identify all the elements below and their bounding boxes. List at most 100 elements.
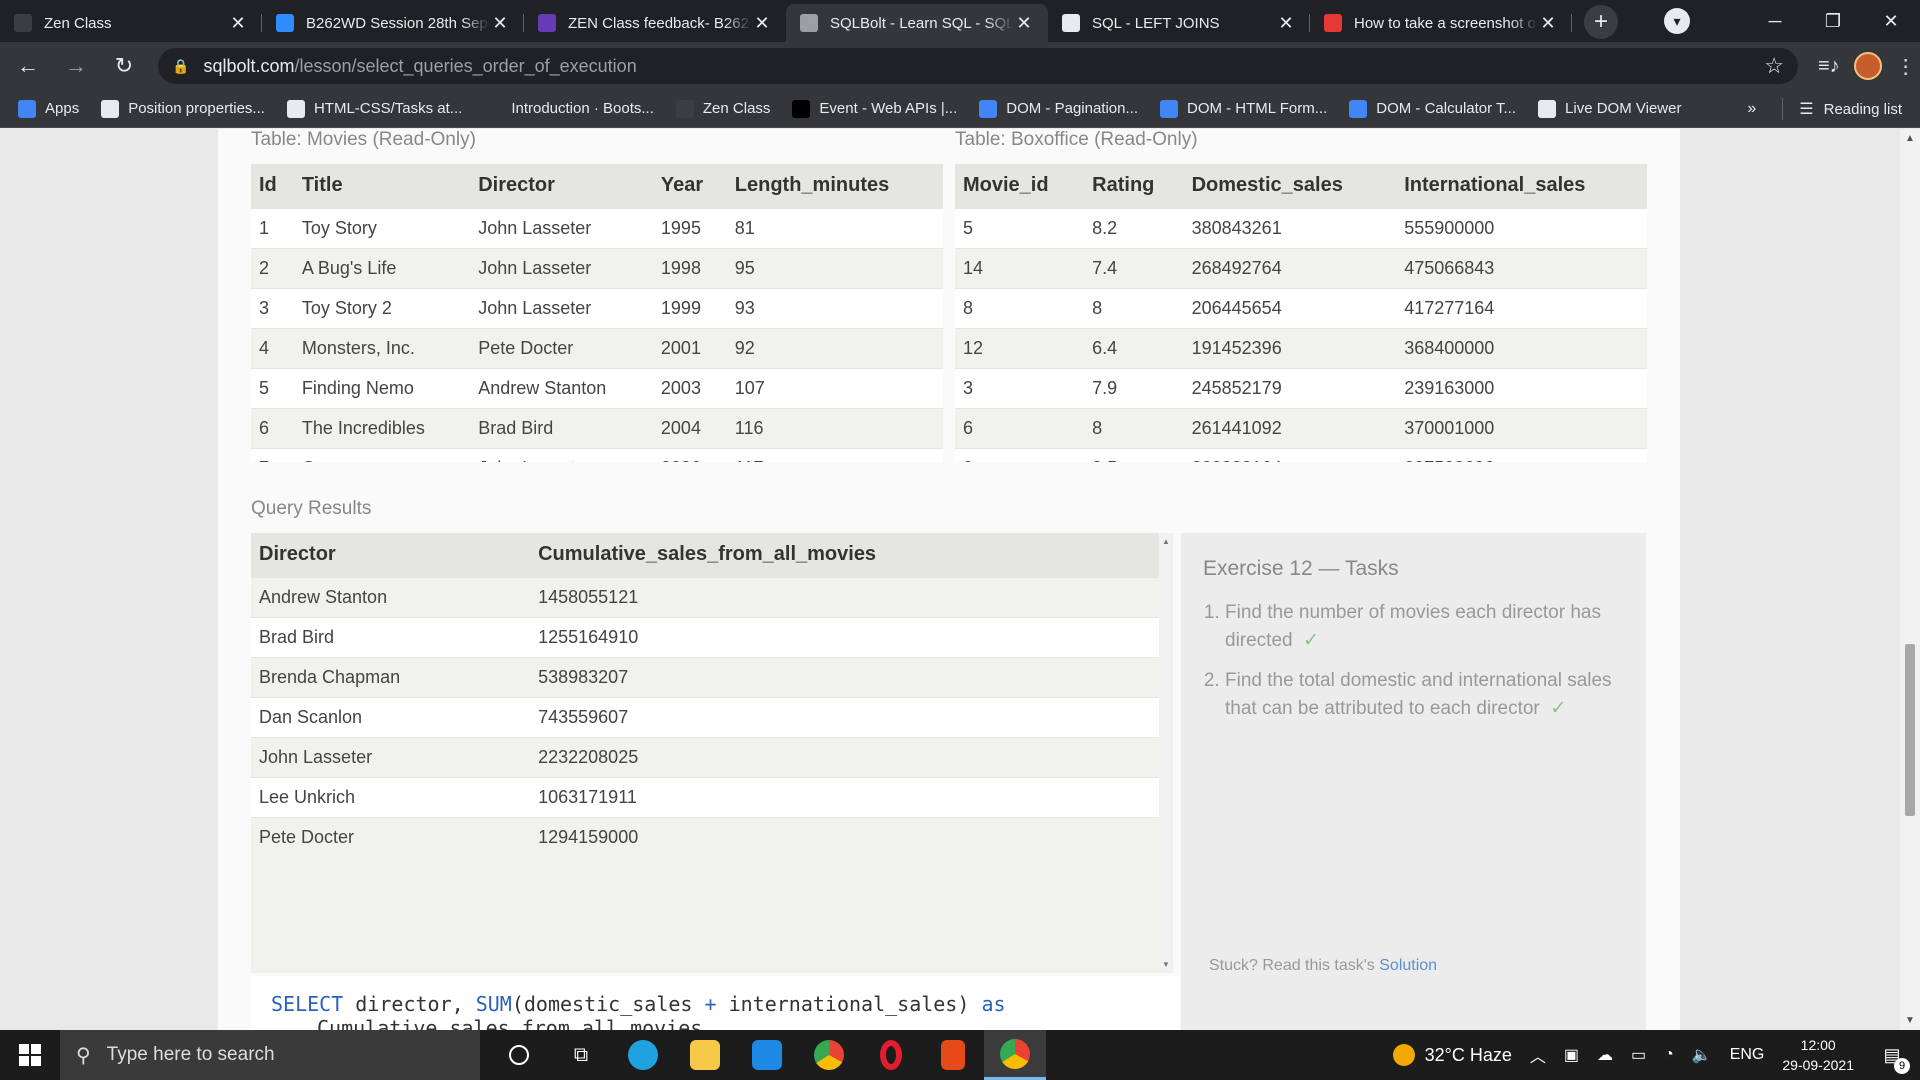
table-cell: 297503696 xyxy=(1396,447,1647,462)
table-cell: 14 xyxy=(955,247,1085,288)
bookmark-9[interactable]: Live DOM Viewer xyxy=(1538,99,1681,118)
bookmark-1[interactable]: Position properties... xyxy=(101,99,265,118)
reading-list-icon: ☰ xyxy=(1799,101,1814,118)
cortana-icon[interactable] xyxy=(488,1030,550,1080)
bookmark-8[interactable]: DOM - Calculator T... xyxy=(1349,99,1516,118)
results-scrollbar[interactable]: ▲ ▼ xyxy=(1159,533,1173,973)
reload-icon[interactable]: ↻ xyxy=(104,53,144,79)
clock[interactable]: 12:00 29-09-2021 xyxy=(1782,1035,1854,1075)
bookmark-2[interactable]: HTML-CSS/Tasks at... xyxy=(286,99,462,118)
table-cell: 1999 xyxy=(652,287,727,328)
table-cell: John Lasseter xyxy=(470,247,653,288)
table-cell: Brad Bird xyxy=(470,407,653,448)
onedrive-cloud-icon[interactable]: ☁ xyxy=(1597,1045,1613,1065)
show-hidden-icons-icon[interactable]: ︿ xyxy=(1530,1043,1546,1067)
profile-avatar[interactable] xyxy=(1853,52,1882,80)
close-tab-icon[interactable]: ✕ xyxy=(1276,13,1296,34)
minimize-icon[interactable]: ─ xyxy=(1746,11,1804,32)
bookmark-0[interactable]: Apps xyxy=(18,99,79,118)
notification-icon[interactable]: ▤ 9 xyxy=(1872,1045,1912,1074)
tab-1[interactable]: B262WD Session 28th Septe ✕ xyxy=(262,4,524,42)
close-tab-icon[interactable]: ✕ xyxy=(228,13,248,34)
table-cell: 538983207 xyxy=(530,656,1159,697)
bookmark-7[interactable]: DOM - HTML Form... xyxy=(1159,99,1327,118)
address-bar[interactable]: 🔒 sqlbolt.com/lesson/select_queries_orde… xyxy=(158,48,1798,84)
search-placeholder: Type here to search xyxy=(106,1044,275,1065)
scroll-thumb[interactable] xyxy=(1905,644,1915,816)
table-cell: Monsters, Inc. xyxy=(293,327,471,368)
table-cell: Pete Docter xyxy=(251,816,531,857)
docs-icon xyxy=(979,99,998,118)
scroll-down-icon[interactable]: ▼ xyxy=(1159,960,1173,969)
tab-search-icon[interactable]: ▾ xyxy=(1664,8,1690,34)
query-results-table[interactable]: Director Cumulative_sales_from_all_movies… xyxy=(251,533,1159,973)
scroll-down-icon[interactable]: ▼ xyxy=(1900,1015,1920,1026)
chrome-icon[interactable] xyxy=(798,1030,860,1080)
new-tab-button[interactable]: + xyxy=(1584,5,1618,39)
tab-2[interactable]: ZEN Class feedback- B262 W ✕ xyxy=(524,4,786,42)
language-indicator[interactable]: ENG xyxy=(1730,1046,1765,1064)
back-icon[interactable]: ← xyxy=(8,53,48,79)
table-cell: 6.4 xyxy=(1084,327,1184,368)
windows-start-icon[interactable] xyxy=(0,1044,60,1066)
close-tab-icon[interactable]: ✕ xyxy=(1014,13,1034,34)
table-cell: 245852179 xyxy=(1183,367,1397,408)
column-header: Id xyxy=(251,164,294,208)
more-bookmarks-icon[interactable]: » xyxy=(1747,100,1756,118)
table-cell: 5 xyxy=(251,367,294,408)
tab-5[interactable]: How to take a screenshot o ✕ xyxy=(1310,4,1572,42)
file-explorer-icon[interactable] xyxy=(674,1030,736,1080)
close-tab-icon[interactable]: ✕ xyxy=(752,13,772,34)
scroll-up-icon[interactable]: ▲ xyxy=(1900,133,1920,144)
page-scrollbar[interactable]: ▲ ▼ xyxy=(1900,129,1920,1030)
table-row: Brad Bird 1255164910 xyxy=(251,616,1159,657)
tab-0[interactable]: Zen Class ✕ xyxy=(0,4,262,42)
forward-icon[interactable]: → xyxy=(56,53,96,79)
exercise-tasks-panel: Exercise 12 — Tasks Find the number of m… xyxy=(1181,533,1646,1030)
bookmark-4[interactable]: Zen Class xyxy=(675,99,770,118)
battery-icon[interactable]: ▭ xyxy=(1631,1045,1646,1065)
meet-now-icon[interactable]: ▣ xyxy=(1564,1045,1579,1065)
close-tab-icon[interactable]: ✕ xyxy=(490,13,510,34)
table-cell: Lee Unkrich xyxy=(251,776,531,817)
address-path: /lesson/select_queries_order_of_executio… xyxy=(294,55,637,76)
solution-link[interactable]: Solution xyxy=(1379,957,1437,974)
chrome-active-icon[interactable] xyxy=(984,1030,1046,1080)
bookmark-3[interactable]: Introduction · Boots... xyxy=(484,99,654,118)
table-cell: 2001 xyxy=(652,327,727,368)
opera-icon[interactable] xyxy=(860,1030,922,1080)
table-row: Andrew Stanton 1458055121 xyxy=(251,576,1159,617)
tab-4[interactable]: SQL - LEFT JOINS ✕ xyxy=(1048,4,1310,42)
media-control-icon[interactable]: ≡♪ xyxy=(1818,55,1840,78)
bookmark-star-icon[interactable]: ☆ xyxy=(1764,53,1784,79)
restore-icon[interactable]: ❐ xyxy=(1804,11,1862,32)
reading-list-button[interactable]: Reading list xyxy=(1824,101,1902,118)
close-tab-icon[interactable]: ✕ xyxy=(1538,13,1558,34)
table-row: 7CarsJohn Lasseter2006117 xyxy=(251,447,943,462)
task-view-icon[interactable]: ⧉ xyxy=(550,1030,612,1080)
bookmark-6[interactable]: DOM - Pagination... xyxy=(979,99,1138,118)
close-window-icon[interactable]: ✕ xyxy=(1862,11,1920,32)
bookmark-5[interactable]: Event - Web APIs |... xyxy=(792,99,957,118)
weather-widget[interactable]: 32°C Haze xyxy=(1392,1044,1512,1066)
table-cell: 417277164 xyxy=(1396,287,1647,328)
office-icon[interactable] xyxy=(922,1030,984,1080)
scroll-up-icon[interactable]: ▲ xyxy=(1159,537,1173,546)
table-cell: 107 xyxy=(726,367,943,408)
taskbar-search[interactable]: ⚲ Type here to search xyxy=(60,1030,480,1080)
table-row: John Lasseter 2232208025 xyxy=(251,736,1159,777)
tab-3[interactable]: SQLBolt - Learn SQL - SQL L ✕ xyxy=(786,4,1048,42)
edge-icon[interactable] xyxy=(612,1030,674,1080)
table-cell: 743559607 xyxy=(530,696,1159,737)
bootstrap-icon xyxy=(484,99,503,118)
sql-editor[interactable]: SELECT director, SUM(domestic_sales + in… xyxy=(251,976,1179,1030)
menu-icon[interactable]: ⋮ xyxy=(1896,54,1916,79)
mail-icon[interactable] xyxy=(736,1030,798,1080)
volume-icon[interactable]: 🔈 xyxy=(1692,1045,1712,1065)
wifi-icon[interactable]: ◔ xyxy=(1664,1046,1674,1064)
task-item: Find the total domestic and internationa… xyxy=(1225,667,1624,723)
boxoffice-table[interactable]: Movie_id Rating Domestic_sales Internationa… xyxy=(955,164,1647,462)
table-cell: 1 xyxy=(251,207,294,248)
browser-toolbar: ← → ↻ 🔒 sqlbolt.com/lesson/select_querie… xyxy=(0,42,1920,90)
movies-table[interactable]: Id Title Director Year Length_minutes 1 Toy S… xyxy=(251,164,943,462)
